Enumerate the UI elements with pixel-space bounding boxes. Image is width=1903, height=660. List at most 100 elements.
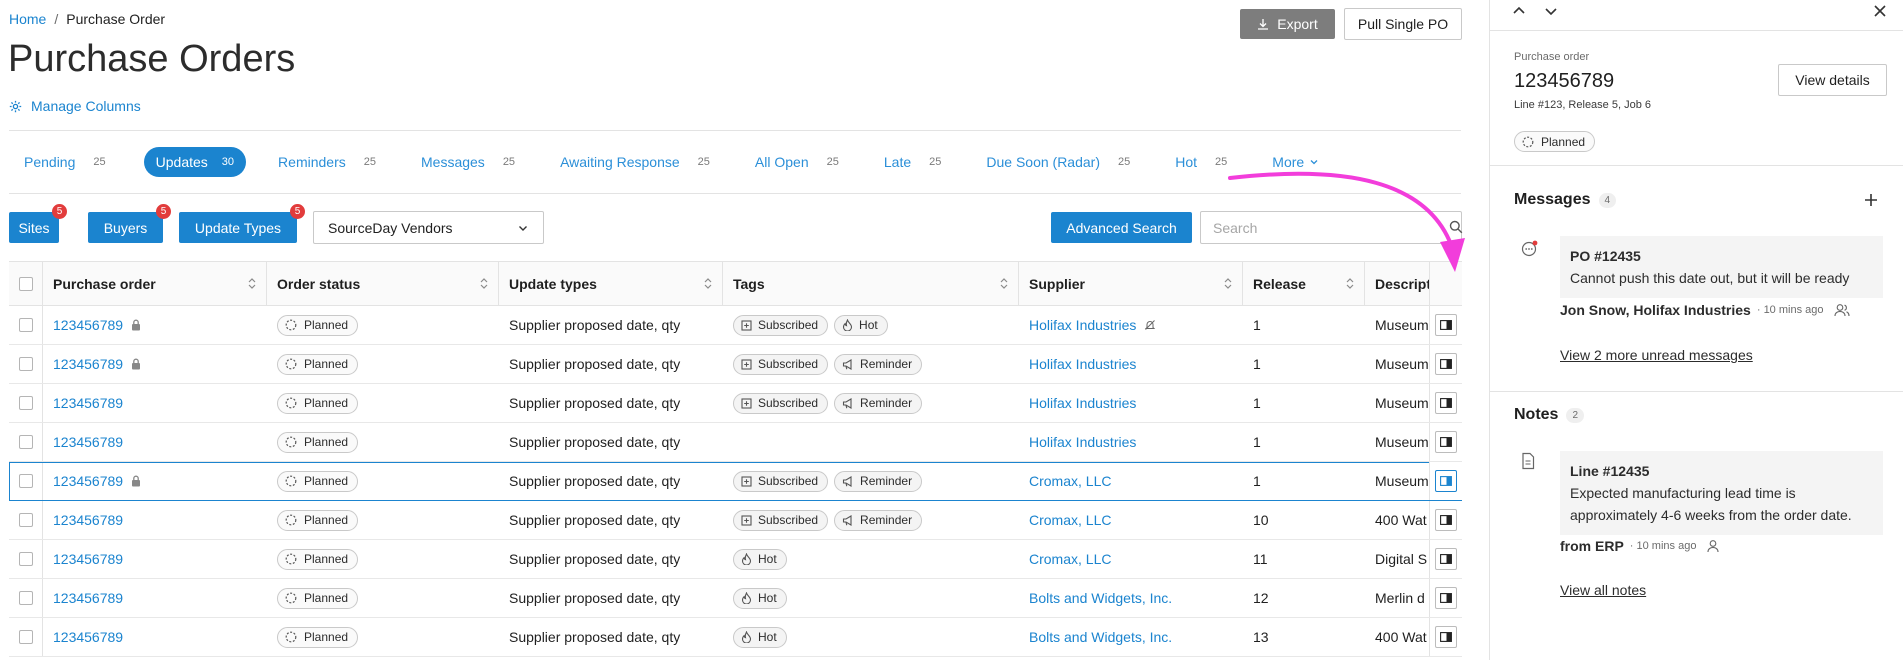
export-button[interactable]: Export bbox=[1240, 9, 1335, 39]
supplier-link[interactable]: Bolts and Widgets, Inc. bbox=[1029, 629, 1172, 645]
tab-all-open[interactable]: All Open 25 bbox=[755, 154, 839, 170]
open-panel-icon[interactable] bbox=[1435, 548, 1457, 570]
sort-icon[interactable] bbox=[1346, 277, 1354, 290]
row-checkbox[interactable] bbox=[18, 396, 33, 410]
table-row[interactable]: 123456789 Planned Supplier proposed date, … bbox=[9, 423, 1462, 462]
po-link[interactable]: 123456789 bbox=[53, 590, 123, 606]
update-types-filter-button[interactable]: Update Types 5 bbox=[179, 204, 305, 243]
row-checkbox[interactable] bbox=[18, 591, 33, 605]
column-header-release[interactable]: Release bbox=[1243, 262, 1365, 305]
po-link[interactable]: 123456789 bbox=[53, 317, 123, 333]
table-row[interactable]: 123456789 Planned Supplier proposed date, … bbox=[9, 501, 1462, 540]
add-message-icon[interactable] bbox=[1863, 192, 1879, 208]
open-panel-icon[interactable] bbox=[1435, 587, 1457, 609]
sort-icon[interactable] bbox=[704, 277, 712, 290]
po-link[interactable]: 123456789 bbox=[53, 356, 123, 372]
supplier-link[interactable]: Cromax, LLC bbox=[1029, 473, 1111, 489]
table-row[interactable]: 123456789 Planned Supplier proposed date, … bbox=[9, 384, 1462, 423]
po-link[interactable]: 123456789 bbox=[53, 473, 123, 489]
status-badge: Planned bbox=[277, 392, 359, 414]
row-checkbox[interactable] bbox=[18, 357, 33, 371]
supplier-link[interactable]: Holifax Industries bbox=[1029, 434, 1136, 450]
row-checkbox[interactable] bbox=[18, 318, 33, 332]
open-panel-icon[interactable] bbox=[1435, 626, 1457, 648]
column-header-status[interactable]: Order status bbox=[267, 262, 499, 305]
view-all-notes-link[interactable]: View all notes bbox=[1560, 582, 1646, 598]
supplier-link[interactable]: Bolts and Widgets, Inc. bbox=[1029, 590, 1172, 606]
column-header-po[interactable]: Purchase order bbox=[43, 262, 267, 305]
sites-filter-button[interactable]: Sites 5 bbox=[9, 204, 67, 243]
tab-updates[interactable]: Updates 30 bbox=[143, 147, 247, 177]
tab-due-soon[interactable]: Due Soon (Radar) 25 bbox=[986, 154, 1130, 170]
table-row[interactable]: 123456789 Planned Supplier proposed date, … bbox=[9, 345, 1462, 384]
po-link[interactable]: 123456789 bbox=[53, 551, 123, 567]
view-more-messages-link[interactable]: View 2 more unread messages bbox=[1560, 347, 1753, 363]
download-icon bbox=[1258, 19, 1269, 30]
status-cell: Planned bbox=[267, 345, 499, 383]
open-panel-icon[interactable] bbox=[1435, 314, 1457, 336]
row-checkbox[interactable] bbox=[18, 474, 33, 488]
table-row[interactable]: 123456789 Planned Supplier proposed date, … bbox=[9, 540, 1462, 579]
tab-reminders[interactable]: Reminders 25 bbox=[278, 154, 376, 170]
table-row[interactable]: 123456789 Planned Supplier proposed date, … bbox=[9, 618, 1462, 657]
message-card[interactable]: PO #12435 Cannot push this date out, but… bbox=[1560, 236, 1883, 298]
table-header: Purchase order Order status Update types… bbox=[9, 261, 1462, 306]
column-header-tags[interactable]: Tags bbox=[723, 262, 1019, 305]
open-panel-icon[interactable] bbox=[1435, 431, 1457, 453]
supplier-link[interactable]: Holifax Industries bbox=[1029, 356, 1136, 372]
po-link[interactable]: 123456789 bbox=[53, 395, 123, 411]
open-panel-icon[interactable] bbox=[1435, 509, 1457, 531]
sort-icon[interactable] bbox=[480, 277, 488, 290]
advanced-search-button[interactable]: Advanced Search bbox=[1051, 212, 1192, 243]
view-details-button[interactable]: View details bbox=[1778, 64, 1887, 96]
tab-label: Due Soon (Radar) bbox=[986, 154, 1100, 170]
row-checkbox[interactable] bbox=[18, 435, 33, 449]
tab-awaiting-response[interactable]: Awaiting Response 25 bbox=[560, 154, 710, 170]
row-checkbox[interactable] bbox=[18, 630, 33, 644]
open-panel-icon[interactable] bbox=[1435, 353, 1457, 375]
sort-icon[interactable] bbox=[1224, 277, 1232, 290]
note-card[interactable]: Line #12435 Expected manufacturing lead … bbox=[1560, 451, 1883, 535]
supplier-cell: Cromax, LLC bbox=[1019, 462, 1243, 500]
supplier-link[interactable]: Cromax, LLC bbox=[1029, 512, 1111, 528]
tab-pending[interactable]: Pending 25 bbox=[24, 154, 106, 170]
supplier-link[interactable]: Holifax Industries bbox=[1029, 395, 1136, 411]
status-dashed-circle-icon bbox=[285, 358, 297, 370]
status-cell: Planned bbox=[267, 579, 499, 617]
tab-messages[interactable]: Messages 25 bbox=[421, 154, 515, 170]
status-cell: Planned bbox=[267, 618, 499, 656]
tag-chip: Subscribed bbox=[733, 470, 829, 492]
sort-icon[interactable] bbox=[1000, 277, 1008, 290]
manage-columns-link[interactable]: Manage Columns bbox=[9, 98, 141, 114]
table-row[interactable]: 123456789 Planned Supplier proposed date, … bbox=[9, 579, 1462, 618]
pull-single-po-button[interactable]: Pull Single PO bbox=[1344, 8, 1462, 40]
tab-more[interactable]: More bbox=[1272, 154, 1319, 170]
tab-hot[interactable]: Hot 25 bbox=[1175, 154, 1227, 170]
row-checkbox[interactable] bbox=[18, 552, 33, 566]
table-row[interactable]: 123456789 Planned Supplier proposed date, … bbox=[9, 462, 1462, 501]
po-link[interactable]: 123456789 bbox=[53, 434, 123, 450]
sort-icon[interactable] bbox=[248, 277, 256, 290]
column-header-label: Supplier bbox=[1029, 275, 1086, 292]
close-icon[interactable] bbox=[1872, 3, 1888, 19]
row-checkbox[interactable] bbox=[18, 513, 33, 527]
open-panel-icon[interactable] bbox=[1435, 392, 1457, 414]
supplier-link[interactable]: Holifax Industries bbox=[1029, 317, 1136, 333]
vendor-select[interactable]: SourceDay Vendors bbox=[313, 211, 544, 244]
select-all-checkbox[interactable] bbox=[18, 276, 33, 291]
breadcrumb-home-link[interactable]: Home bbox=[9, 11, 46, 27]
po-link[interactable]: 123456789 bbox=[53, 629, 123, 645]
chevron-down-icon[interactable] bbox=[1543, 3, 1559, 19]
search-icon[interactable] bbox=[1449, 220, 1463, 234]
supplier-link[interactable]: Cromax, LLC bbox=[1029, 551, 1111, 567]
column-header-update-types[interactable]: Update types bbox=[499, 262, 723, 305]
open-panel-icon[interactable] bbox=[1435, 470, 1457, 492]
row-select-cell bbox=[9, 306, 43, 344]
po-link[interactable]: 123456789 bbox=[53, 512, 123, 528]
table-row[interactable]: 123456789 Planned Supplier proposed date, … bbox=[9, 306, 1462, 345]
buyers-filter-button[interactable]: Buyers 5 bbox=[88, 204, 171, 243]
tab-late[interactable]: Late 25 bbox=[884, 154, 942, 170]
chevron-up-icon[interactable] bbox=[1511, 3, 1527, 19]
search-input[interactable] bbox=[1213, 219, 1413, 236]
column-header-supplier[interactable]: Supplier bbox=[1019, 262, 1243, 305]
